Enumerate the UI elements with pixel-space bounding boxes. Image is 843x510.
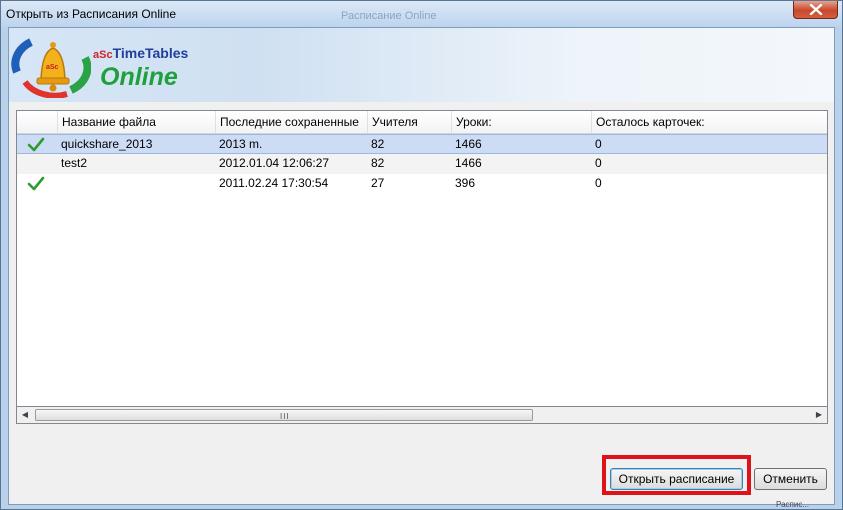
cell-last-saved: 2011.02.24 17:30:54 (219, 176, 329, 190)
list-header: Название файла Последние сохраненные Учи… (17, 111, 827, 134)
cell-cards-left: 0 (595, 176, 602, 190)
table-row[interactable]: quickshare_2013 2013 m. 82 1466 0 (17, 134, 827, 154)
column-header-cards-left[interactable]: Осталось карточек: (591, 111, 827, 133)
cell-lessons: 396 (455, 176, 476, 190)
cell-lessons: 1466 (455, 137, 482, 151)
cell-last-saved: 2012.01.04 12:06:27 (219, 156, 330, 170)
brand-name: aScTimeTables (93, 45, 188, 61)
cell-teachers: 82 (371, 137, 385, 151)
annotation-highlight-box (602, 455, 751, 495)
cell-filename: test2 (61, 156, 88, 170)
scroll-thumb[interactable]: III (35, 409, 533, 421)
close-x-icon (809, 4, 823, 15)
dialog-window: Открыть из Расписания Online Расписание … (0, 0, 843, 510)
background-window-text: Распис... (776, 500, 809, 509)
check-icon (27, 137, 45, 152)
dialog-client-area: aSc aScTimeTables Online Название файла … (8, 27, 835, 505)
cell-teachers: 82 (371, 156, 385, 170)
brand-banner: aSc aScTimeTables Online (9, 28, 834, 102)
column-header-filename[interactable]: Название файла (57, 111, 215, 133)
cell-lessons: 1466 (455, 156, 482, 170)
horizontal-scrollbar[interactable]: ◀ III ▶ (16, 407, 828, 424)
scroll-right-arrow-icon[interactable]: ▶ (811, 407, 827, 423)
cancel-button[interactable]: Отменить (754, 468, 827, 490)
cell-last-saved: 2013 m. (219, 137, 263, 151)
brand-online: Online (100, 63, 178, 91)
bell-logo-icon: aSc (11, 38, 91, 98)
cell-cards-left: 0 (595, 137, 602, 151)
cell-filename: quickshare_2013 (61, 137, 153, 151)
background-window-title: Расписание Online (341, 10, 437, 22)
cell-filename (57, 174, 61, 194)
check-icon (27, 176, 45, 191)
window-title: Открыть из Расписания Online (6, 7, 177, 21)
table-row[interactable]: 2011.02.24 17:30:54 27 396 0 (17, 174, 827, 194)
close-button[interactable] (793, 1, 838, 19)
scroll-grip-icon: III (280, 412, 290, 421)
table-row[interactable]: test2 2012.01.04 12:06:27 82 1466 0 (17, 154, 827, 174)
column-header-last-saved[interactable]: Последние сохраненные (215, 111, 367, 133)
timetable-list[interactable]: Название файла Последние сохраненные Учи… (16, 110, 828, 407)
cell-teachers: 27 (371, 176, 385, 190)
brand-asc: aSc (93, 49, 113, 61)
scroll-left-arrow-icon[interactable]: ◀ (17, 407, 33, 423)
logo-text: aSc (46, 64, 59, 71)
cell-cards-left: 0 (595, 156, 602, 170)
title-bar[interactable]: Открыть из Расписания Online Расписание … (1, 1, 842, 27)
column-header-teachers[interactable]: Учителя (367, 111, 451, 133)
brand-timetables: TimeTables (112, 45, 189, 61)
column-header-status[interactable] (17, 111, 57, 133)
column-header-lessons[interactable]: Уроки: (451, 111, 591, 133)
